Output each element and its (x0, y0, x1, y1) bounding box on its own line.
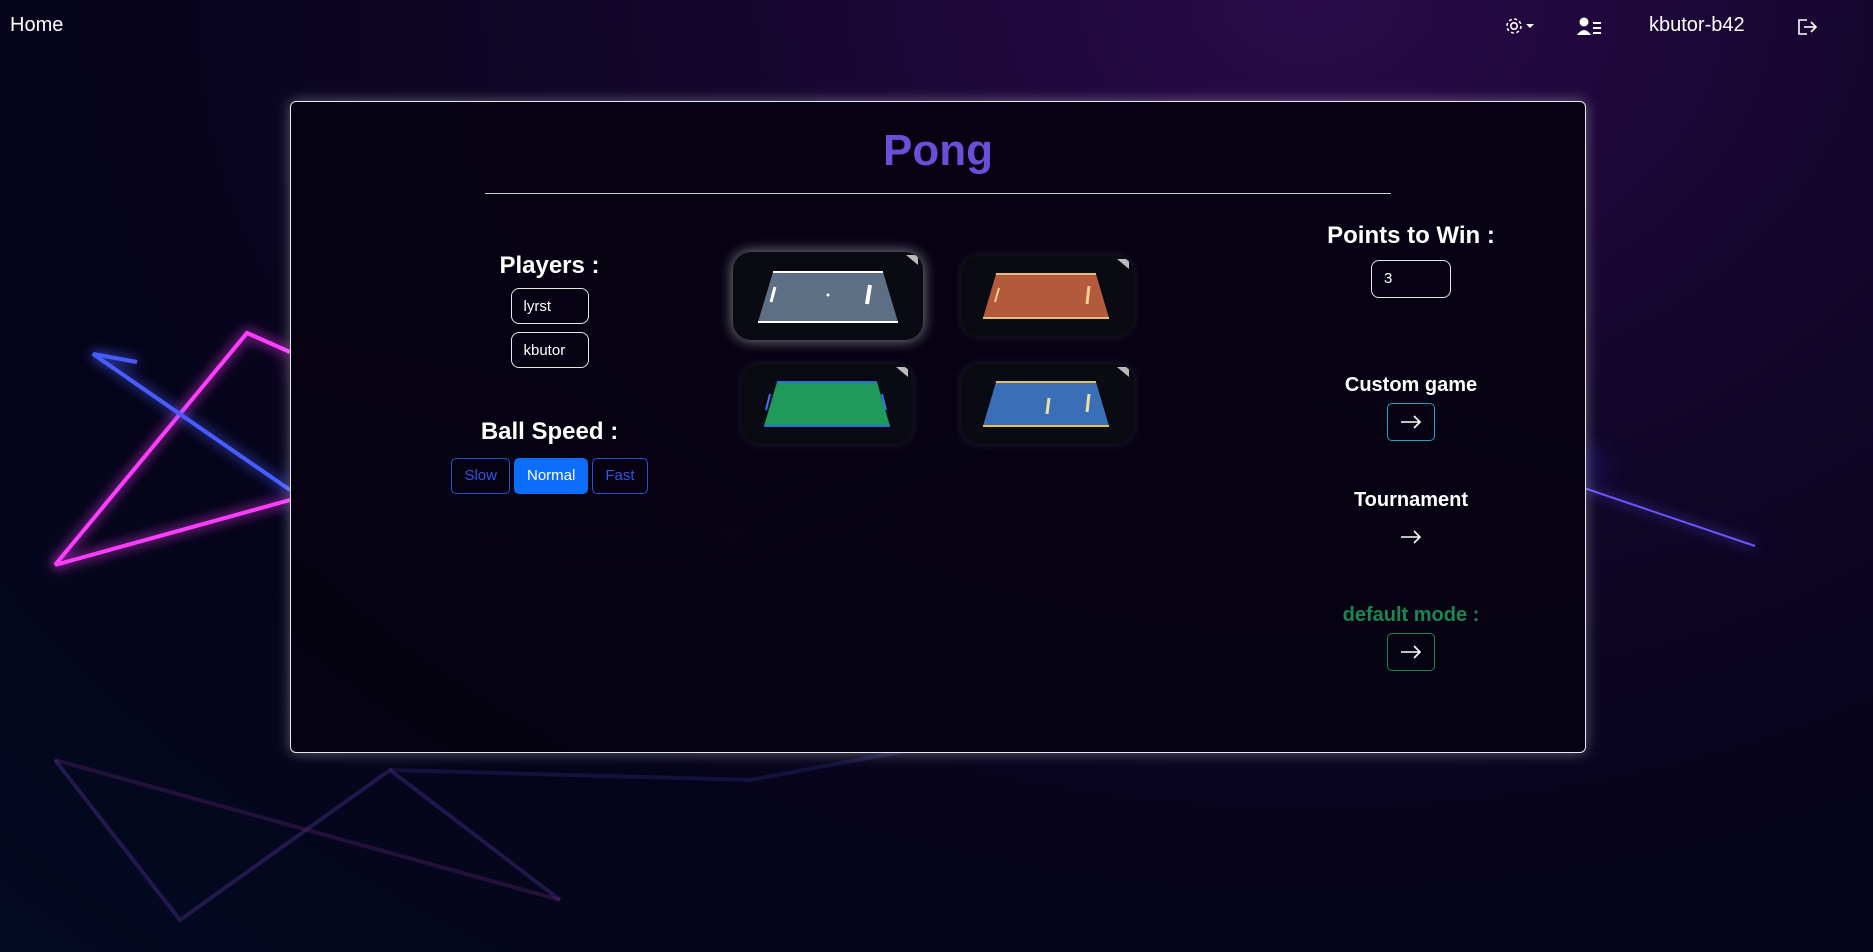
nav-home-link[interactable]: Home (10, 14, 63, 37)
custom-game-button[interactable] (1387, 403, 1435, 441)
logout-icon[interactable] (1793, 15, 1821, 39)
game-setup-panel: Pong Players : lyrst kbutor Ball Speed :… (290, 101, 1586, 753)
arrow-right-icon (1401, 645, 1422, 659)
map-orange-thumbnail[interactable] (961, 256, 1134, 336)
points-to-win-label: Points to Win : (1327, 222, 1495, 249)
players-label: Players : (499, 252, 600, 279)
title-divider (485, 193, 1391, 194)
custom-game-label: Custom game (1344, 374, 1478, 396)
user-list-icon[interactable] (1575, 14, 1603, 38)
map-green-thumbnail[interactable] (742, 364, 913, 444)
player-name-1[interactable]: lyrst (510, 288, 589, 324)
caret-down-icon[interactable] (1523, 14, 1537, 38)
tournament-label: Tournament (1353, 489, 1469, 511)
tournament-button[interactable] (1386, 518, 1436, 556)
map-white-thumbnail[interactable] (733, 252, 923, 340)
ball-speed-group: Slow Normal Fast (406, 458, 693, 494)
arrow-right-icon (1401, 415, 1422, 429)
players-section: Players : lyrst kbutor Ball Speed : Slow… (406, 252, 693, 494)
default-mode-label: default mode : (1342, 604, 1480, 626)
speed-slow-button[interactable]: Slow (451, 458, 510, 494)
speed-normal-button[interactable]: Normal (513, 458, 589, 494)
navbar: Home kbutor-b42 (0, 0, 1873, 52)
arrow-right-icon (1401, 530, 1422, 544)
points-to-win-input[interactable]: 3 (1371, 260, 1451, 298)
username-label[interactable]: kbutor-b42 (1649, 14, 1745, 37)
options-section: Points to Win : 3 Custom game Tournament… (1261, 222, 1561, 671)
ball-speed-label: Ball Speed : (480, 418, 619, 445)
page-title: Pong (883, 126, 993, 175)
default-mode-button[interactable] (1387, 633, 1435, 671)
map-blue-thumbnail[interactable] (961, 364, 1134, 444)
player-name-2[interactable]: kbutor (510, 332, 589, 368)
speed-fast-button[interactable]: Fast (592, 458, 648, 494)
